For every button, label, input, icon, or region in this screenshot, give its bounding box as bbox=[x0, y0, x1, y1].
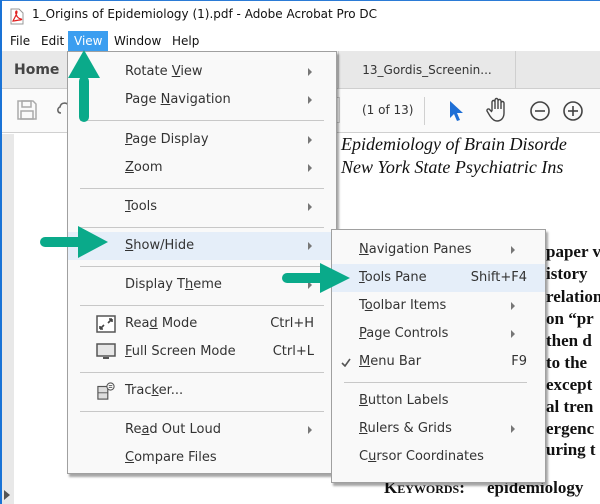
doc-body-line: to the bbox=[546, 353, 588, 372]
menu-item-label: Cursor Coordinates bbox=[359, 449, 484, 464]
menu-item-label: Toolbar Items bbox=[359, 298, 447, 313]
submenu-arrow-icon bbox=[308, 96, 312, 104]
tab-document-gordis[interactable]: 13_Gordis_Screenin... bbox=[338, 51, 516, 89]
window-title: 1_Origins of Epidemiology (1).pdf - Adob… bbox=[32, 7, 378, 21]
menu-item-label: Display Theme bbox=[125, 277, 222, 292]
navigation-pane-gutter bbox=[2, 134, 14, 504]
doc-body-line: then d bbox=[546, 331, 592, 350]
menu-separator bbox=[80, 372, 324, 373]
submenu-arrow-icon bbox=[511, 425, 515, 433]
doc-body-line: uring t bbox=[546, 440, 596, 459]
pdf-file-icon bbox=[10, 8, 24, 25]
toolbar-separator bbox=[424, 97, 425, 125]
menu-item-full-screen-mode[interactable]: Full Screen Mode Ctrl+L bbox=[68, 338, 336, 366]
doc-body-line: on “pr bbox=[546, 309, 594, 328]
hand-tool-icon[interactable] bbox=[486, 97, 510, 123]
submenu-arrow-icon bbox=[308, 136, 312, 144]
zoom-in-icon[interactable] bbox=[562, 100, 584, 122]
menu-window[interactable]: Window bbox=[108, 31, 167, 51]
menu-item-label: Tools bbox=[125, 199, 158, 214]
shortcut-label: Ctrl+H bbox=[270, 316, 314, 331]
menu-item-label: Tracker... bbox=[125, 383, 184, 398]
full-screen-icon bbox=[96, 343, 116, 359]
menu-item-label: Page Display bbox=[125, 132, 209, 147]
menu-item-tracker[interactable]: Tracker... bbox=[68, 377, 336, 405]
doc-body-line: al tren bbox=[546, 397, 594, 416]
doc-heading-line: New York State Psychiatric Ins bbox=[341, 157, 564, 177]
menu-item-label: Page Controls bbox=[359, 326, 449, 341]
menu-item-button-labels[interactable]: Button Labels bbox=[332, 387, 545, 415]
submenu-arrow-icon bbox=[308, 242, 312, 250]
menu-separator bbox=[80, 188, 324, 189]
menu-item-zoom[interactable]: Zoom bbox=[68, 154, 336, 182]
tracker-icon bbox=[97, 382, 115, 400]
shortcut-label: F9 bbox=[511, 354, 527, 369]
menu-item-label: Tools Pane bbox=[359, 270, 427, 285]
menu-item-label: Compare Files bbox=[125, 450, 217, 465]
menu-item-label: Zoom bbox=[125, 160, 163, 175]
menu-item-label: Rulers & Grids bbox=[359, 421, 452, 436]
menu-item-menu-bar[interactable]: Menu Bar F9 bbox=[332, 348, 545, 376]
annotation-arrow-up-icon bbox=[68, 50, 100, 122]
select-tool-icon[interactable] bbox=[448, 100, 464, 122]
zoom-out-icon[interactable] bbox=[529, 100, 551, 122]
menu-item-label: Menu Bar bbox=[359, 354, 422, 369]
menu-item-label: Full Screen Mode bbox=[125, 344, 236, 359]
menu-separator bbox=[344, 382, 527, 383]
submenu-arrow-icon bbox=[308, 203, 312, 211]
annotation-arrow-right-icon bbox=[40, 226, 108, 258]
menu-item-compare-files[interactable]: Compare Files bbox=[68, 444, 336, 472]
menu-item-label: Read Out Loud bbox=[125, 422, 221, 437]
menu-item-label: Button Labels bbox=[359, 393, 449, 408]
menu-item-page-controls[interactable]: Page Controls bbox=[332, 320, 545, 348]
submenu-arrow-icon bbox=[308, 164, 312, 172]
doc-body-line: relation bbox=[546, 287, 600, 306]
menu-item-read-out-loud[interactable]: Read Out Loud bbox=[68, 416, 336, 444]
doc-heading-line: Epidemiology of Brain Disorde bbox=[341, 134, 567, 154]
submenu-arrow-icon bbox=[511, 330, 515, 338]
shortcut-label: Shift+F4 bbox=[470, 270, 527, 285]
title-bar: 1_Origins of Epidemiology (1).pdf - Adob… bbox=[2, 0, 600, 31]
show-hide-submenu: Navigation Panes Tools Pane Shift+F4 Tool… bbox=[331, 229, 546, 483]
page-count: (1 of 13) bbox=[362, 103, 414, 117]
menu-item-rotate-view[interactable]: Rotate View bbox=[68, 58, 336, 86]
submenu-arrow-icon bbox=[511, 246, 515, 254]
menu-item-page-navigation[interactable]: Page Navigation bbox=[68, 86, 336, 114]
menu-separator bbox=[80, 120, 324, 121]
menu-separator bbox=[80, 227, 324, 228]
doc-body-line: ergenc bbox=[546, 419, 595, 438]
menu-item-rulers-grids[interactable]: Rulers & Grids bbox=[332, 415, 545, 443]
menu-item-tools-pane[interactable]: Tools Pane Shift+F4 bbox=[332, 264, 545, 292]
doc-body-line: except bbox=[546, 375, 593, 394]
menu-item-page-display[interactable]: Page Display bbox=[68, 126, 336, 154]
menu-help[interactable]: Help bbox=[166, 31, 205, 51]
menu-edit[interactable]: Edit bbox=[35, 31, 70, 51]
menu-item-tools[interactable]: Tools bbox=[68, 193, 336, 221]
menu-separator bbox=[80, 305, 324, 306]
menu-file[interactable]: File bbox=[4, 31, 36, 51]
menu-item-cursor-coordinates[interactable]: Cursor Coordinates bbox=[332, 443, 545, 471]
read-mode-icon bbox=[96, 315, 116, 333]
submenu-arrow-icon bbox=[511, 302, 515, 310]
expand-pane-arrow-icon[interactable] bbox=[4, 490, 10, 500]
menu-separator bbox=[80, 411, 324, 412]
menu-item-label: Page Navigation bbox=[125, 92, 231, 107]
shortcut-label: Ctrl+L bbox=[272, 344, 314, 359]
menu-item-label: Rotate View bbox=[125, 64, 203, 79]
menu-item-label: Navigation Panes bbox=[359, 242, 472, 257]
submenu-arrow-icon bbox=[308, 68, 312, 76]
annotation-arrow-right-icon bbox=[282, 263, 350, 293]
submenu-arrow-icon bbox=[308, 426, 312, 434]
menu-item-label: Read Mode bbox=[125, 316, 198, 331]
menu-item-toolbar-items[interactable]: Toolbar Items bbox=[332, 292, 545, 320]
menu-item-read-mode[interactable]: Read Mode Ctrl+H bbox=[68, 310, 336, 338]
menu-item-label: Show/Hide bbox=[125, 238, 195, 253]
menu-item-navigation-panes[interactable]: Navigation Panes bbox=[332, 236, 545, 264]
tab-home[interactable]: Home bbox=[2, 51, 68, 89]
save-icon[interactable] bbox=[17, 100, 37, 120]
checkmark-icon bbox=[341, 358, 351, 367]
doc-body-line: paper v bbox=[546, 242, 600, 261]
doc-body-line: istory bbox=[546, 264, 588, 283]
